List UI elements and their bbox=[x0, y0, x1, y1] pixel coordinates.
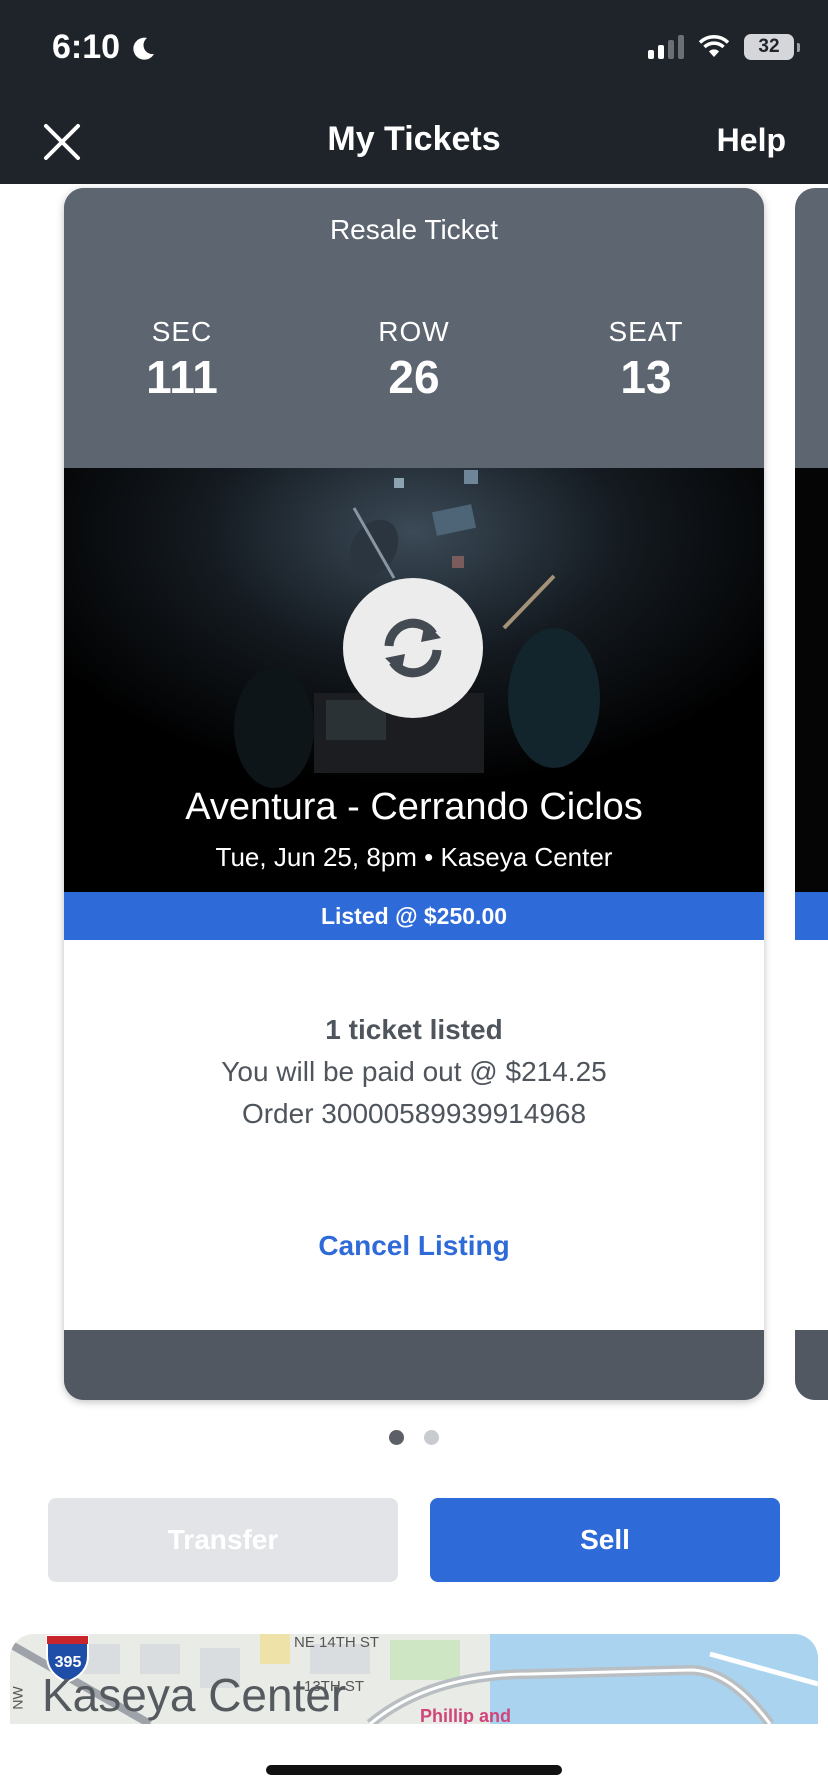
row-value: 26 bbox=[388, 351, 440, 403]
pager-dot-2[interactable] bbox=[424, 1430, 439, 1445]
venue-map[interactable]: 395 NE 14TH ST 13TH ST NW Phillip and Ka… bbox=[10, 1634, 818, 1724]
peek-footer bbox=[795, 1330, 828, 1400]
ticket-card[interactable]: Resale Ticket SEC 111 ROW 26 SEAT 13 Ave… bbox=[64, 188, 764, 1400]
sell-button[interactable]: Sell bbox=[430, 1498, 780, 1582]
transfer-button[interactable]: Transfer bbox=[48, 1498, 398, 1582]
payout-text: You will be paid out @ $214.25 bbox=[221, 1056, 607, 1087]
section-value: 111 bbox=[146, 351, 218, 403]
clock: 6:10 bbox=[52, 28, 121, 66]
ticket-body: 1 ticket listed You will be paid out @ $… bbox=[64, 940, 764, 1330]
moon-icon bbox=[133, 37, 155, 60]
home-indicator[interactable] bbox=[266, 1765, 562, 1775]
seat-info: SEAT 13 bbox=[556, 316, 736, 404]
cancel-listing-link[interactable]: Cancel Listing bbox=[64, 1230, 764, 1262]
order-number: Order 30000589939914968 bbox=[241, 1098, 587, 1129]
section-info: SEC 111 bbox=[92, 316, 272, 404]
peek-band bbox=[795, 892, 828, 940]
ticket-type: Resale Ticket bbox=[329, 214, 499, 245]
pager-dots bbox=[0, 1430, 828, 1445]
pager-dot-1[interactable] bbox=[389, 1430, 404, 1445]
poi-label: Phillip and bbox=[420, 1706, 512, 1724]
status-icons: 32 bbox=[648, 34, 800, 60]
listed-count: 1 ticket listed bbox=[325, 1014, 503, 1045]
peek-image bbox=[795, 468, 828, 892]
battery-level: 32 bbox=[758, 36, 780, 57]
ticket-header: Resale Ticket SEC 111 ROW 26 SEAT 13 bbox=[64, 188, 764, 468]
event-details: Tue, Jun 25, 8pm • Kaseya Center bbox=[215, 842, 613, 872]
status-time: 6:10 bbox=[52, 28, 156, 67]
side-label: NW bbox=[10, 1686, 26, 1710]
peek-body bbox=[795, 940, 828, 1330]
ticket-carousel[interactable]: Resale Ticket SEC 111 ROW 26 SEAT 13 Ave… bbox=[0, 184, 828, 1414]
next-ticket-card-peek[interactable] bbox=[795, 188, 828, 1400]
seat-label: SEAT bbox=[608, 316, 684, 347]
seat-value: 13 bbox=[620, 351, 672, 403]
listed-price-banner: Listed @ $250.00 bbox=[64, 892, 764, 940]
event-name: Aventura - Cerrando Ciclos bbox=[185, 786, 643, 828]
page-title: My Tickets bbox=[327, 120, 501, 158]
action-row: Transfer Sell bbox=[48, 1498, 780, 1582]
map-venue-name: Kaseya Center bbox=[42, 1669, 347, 1721]
row-label: ROW bbox=[378, 316, 450, 347]
nav-bar: My Tickets Help bbox=[0, 100, 828, 184]
street-label-1: NE 14TH ST bbox=[294, 1634, 380, 1651]
row-info: ROW 26 bbox=[324, 316, 504, 404]
cellular-signal-icon bbox=[648, 35, 684, 59]
battery-icon: 32 bbox=[744, 34, 800, 60]
section-label: SEC bbox=[151, 316, 213, 347]
refresh-icon bbox=[384, 618, 442, 678]
event-image: Aventura - Cerrando Ciclos Tue, Jun 25, … bbox=[64, 468, 764, 892]
status-bar: 6:10 32 bbox=[0, 0, 828, 100]
help-link[interactable]: Help bbox=[717, 122, 786, 159]
ticket-footer bbox=[64, 1330, 764, 1400]
wifi-icon bbox=[698, 35, 730, 57]
refresh-button[interactable] bbox=[343, 578, 483, 718]
